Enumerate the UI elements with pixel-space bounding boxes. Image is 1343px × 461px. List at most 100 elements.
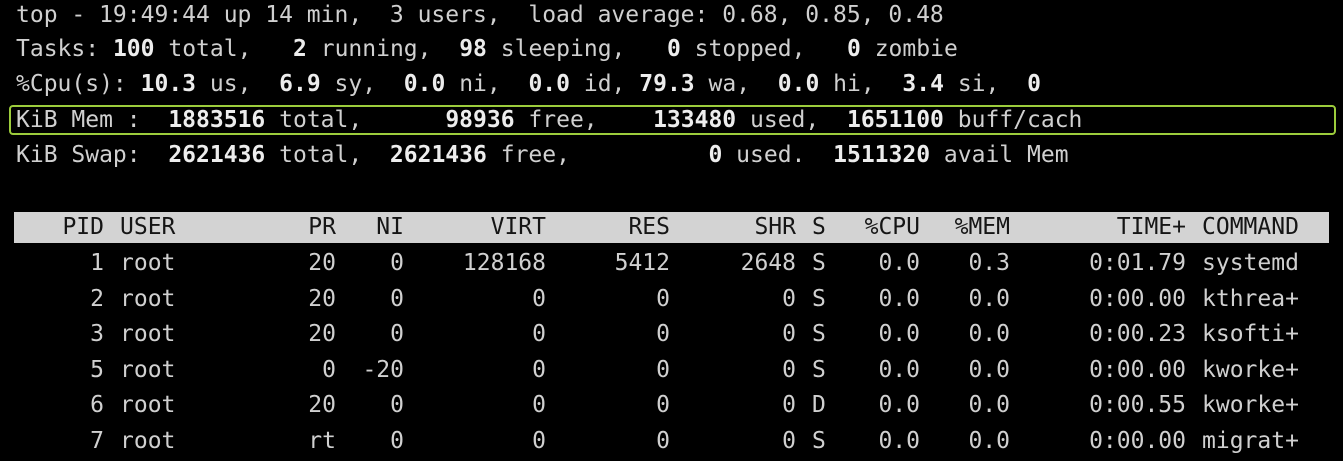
cpu-us-label: us, (209, 71, 252, 97)
col-virt[interactable]: VIRT (414, 212, 546, 243)
process-row[interactable]: 6 root 20 0 0 0 0 D 0.0 0.0 0:00.55 kworke+ (0, 390, 1343, 422)
cell-shr: 0 (782, 428, 796, 454)
cell-res: 5412 (614, 250, 670, 276)
cell-shr: 0 (782, 321, 796, 348)
cell-virt: 0 (532, 392, 546, 419)
process-row[interactable]: 7 root rt 0 0 0 0 S 0.0 0.0 0:00.00 migrat+ (0, 426, 1343, 458)
tasks-sleeping: 98 (459, 36, 487, 62)
cell-res: 0 (656, 428, 670, 454)
cell-time: 0:01.79 (1089, 250, 1186, 276)
cpu-st: 0 (1027, 71, 1041, 97)
cell-user: root (120, 285, 176, 312)
cell-user: root (120, 428, 176, 454)
swap-free-label: free, (500, 142, 570, 168)
cpu-hi-label: hi, (833, 71, 875, 97)
cell-user: root (120, 250, 176, 276)
cell-ni: -20 (362, 356, 404, 383)
cpu-id-label: id, (583, 71, 626, 97)
cpu-hi: 0.0 (777, 71, 820, 97)
cell-time: 0:00.00 (1089, 428, 1186, 454)
cell-shr: 0 (782, 392, 796, 419)
col-ni[interactable]: NI (334, 212, 404, 243)
cell-shr: 0 (782, 285, 796, 312)
cell-command: migrat+ (1202, 428, 1299, 454)
tasks-zombie-label: zombie (874, 36, 958, 62)
cell-command: systemd (1202, 250, 1299, 276)
swap-free: 2621436 (389, 142, 487, 168)
swap-total-label: total, (279, 142, 363, 168)
tasks-stopped: 0 (666, 36, 681, 62)
mem-line: KiB Mem : 1883516 total, 98936 free, 133… (16, 105, 1082, 135)
col-user[interactable]: USER (120, 212, 210, 243)
cpu-ni-label: ni, (459, 71, 501, 97)
cell-pr: rt (308, 428, 336, 454)
mem-total: 1883516 (168, 107, 266, 133)
cell-pid: 6 (90, 392, 104, 419)
col-res[interactable]: RES (554, 212, 670, 243)
swap-total: 2621436 (168, 142, 266, 168)
tasks-line: Tasks: 100 total, 2 running, 98 sleeping… (16, 34, 958, 64)
cell-ni: 0 (390, 250, 404, 276)
tasks-total: 100 (112, 36, 155, 62)
cell-pid: 5 (90, 356, 104, 383)
cpu-wa: 79.3 (639, 71, 695, 97)
cell-res: 0 (656, 321, 670, 348)
cpu-wa-label: wa, (708, 71, 751, 97)
cell-virt: 128168 (462, 250, 546, 276)
cell-cpu: 0.0 (878, 392, 920, 419)
cell-virt: 0 (532, 285, 546, 312)
cell-s: S (812, 356, 826, 383)
cell-pr: 0 (322, 356, 336, 383)
cell-cpu: 0.0 (878, 285, 920, 312)
cell-pr: 20 (308, 321, 336, 348)
cpu-label: %Cpu(s): (16, 71, 127, 97)
col-mem[interactable]: %MEM (932, 212, 1010, 243)
tasks-label: Tasks: (16, 36, 100, 62)
col-command[interactable]: COMMAND (1202, 212, 1329, 243)
cell-mem: 0.3 (968, 250, 1010, 276)
process-row[interactable]: 5 root 0 -20 0 0 0 S 0.0 0.0 0:00.00 kworke+ (0, 355, 1343, 387)
col-pr[interactable]: PR (264, 212, 336, 243)
col-pid[interactable]: PID (22, 212, 104, 243)
cell-shr: 2648 (740, 250, 796, 276)
cpu-us: 10.3 (140, 71, 197, 97)
cell-user: root (120, 321, 176, 348)
cpu-line: %Cpu(s): 10.3 us, 6.9 sy, 0.0 ni, 0.0 id… (16, 69, 1041, 99)
swap-avail: 1511320 (833, 142, 931, 168)
tasks-running-label: running, (320, 36, 432, 62)
swap-label: KiB Swap: (16, 142, 141, 168)
cell-s: S (812, 428, 826, 454)
uptime-line: top - 19:49:44 up 14 min, 3 users, load … (16, 2, 944, 28)
cell-command: kworke+ (1202, 356, 1299, 383)
cell-pr: 20 (308, 392, 336, 419)
cpu-ni: 0.0 (403, 71, 446, 97)
cell-command: ksofti+ (1202, 321, 1299, 348)
cell-res: 0 (656, 392, 670, 419)
cell-virt: 0 (532, 428, 546, 454)
tasks-total-label: total, (168, 36, 252, 62)
cell-pr: 20 (308, 285, 336, 312)
mem-free-label: free, (528, 107, 598, 133)
col-shr[interactable]: SHR (684, 212, 796, 243)
cell-command: kthrea+ (1202, 285, 1299, 312)
cpu-sy: 6.9 (279, 71, 321, 97)
process-row[interactable]: 3 root 20 0 0 0 0 S 0.0 0.0 0:00.23 ksofti+ (0, 319, 1343, 351)
process-row[interactable]: 2 root 20 0 0 0 0 S 0.0 0.0 0:00.00 kthrea+ (0, 284, 1343, 316)
col-time[interactable]: TIME+ (1044, 212, 1186, 243)
tasks-zombie: 0 (846, 36, 861, 62)
cell-pid: 7 (90, 428, 104, 454)
cell-cpu: 0.0 (878, 356, 920, 383)
mem-used: 133480 (653, 107, 737, 133)
cpu-id: 0.0 (528, 71, 570, 97)
col-cpu[interactable]: %CPU (844, 212, 920, 243)
process-row[interactable]: 1 root 20 0 128168 5412 2648 S 0.0 0.3 0:01.79 syst… (0, 248, 1343, 280)
col-state[interactable]: S (812, 212, 832, 243)
cell-s: S (812, 321, 826, 348)
cell-virt: 0 (532, 321, 546, 348)
cpu-si: 3.4 (902, 71, 944, 97)
cell-s: D (812, 392, 826, 419)
cell-user: root (120, 392, 176, 419)
cell-user: root (120, 356, 176, 383)
cell-time: 0:00.00 (1089, 356, 1186, 383)
mem-buff-label: buff/cach (957, 107, 1083, 133)
